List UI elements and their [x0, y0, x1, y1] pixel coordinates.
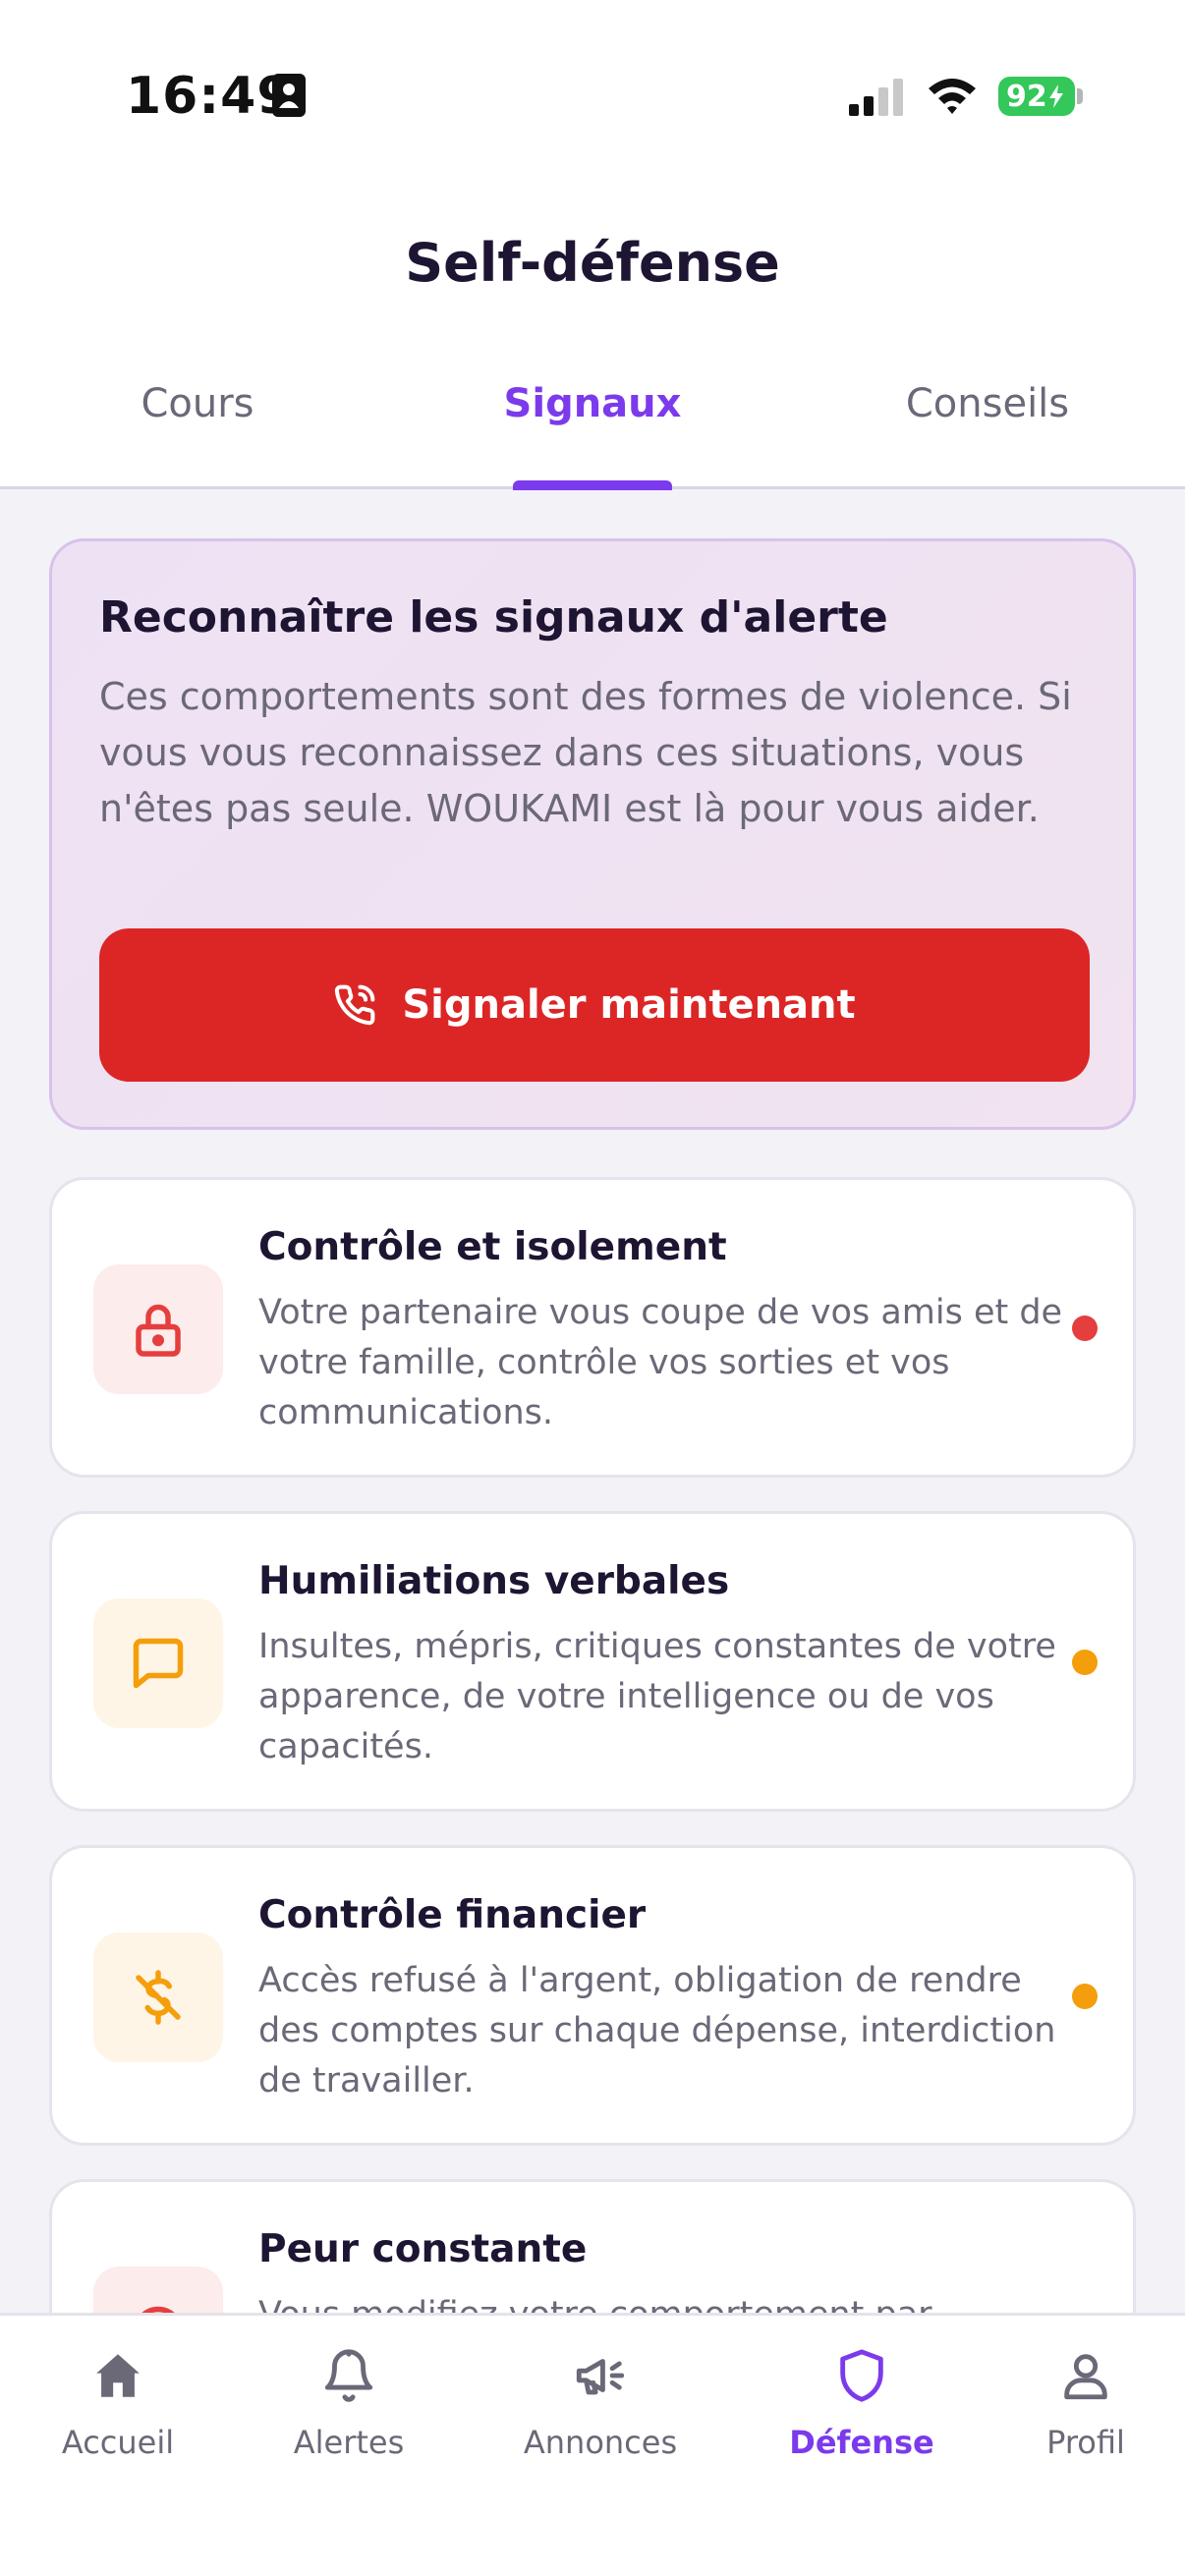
lock-icon — [136, 1304, 181, 1357]
alert-info-card: Reconnaître les signaux d'alerte Ces com… — [49, 538, 1136, 1130]
active-tab-indicator — [513, 480, 672, 490]
report-now-button[interactable]: Signaler maintenant — [99, 928, 1090, 1082]
header: Self-défense Cours Signaux Conseils — [0, 187, 1185, 490]
signal-card-controle-isolement[interactable]: Contrôle et isolement Votre partenaire v… — [49, 1177, 1136, 1478]
signal-description: Insultes, mépris, critiques constantes d… — [258, 1627, 1056, 1766]
signal-title: Contrôle et isolement — [258, 1225, 727, 1269]
wifi-icon — [929, 79, 976, 114]
report-now-label: Signaler maintenant — [402, 982, 856, 1028]
nav-item-annonces[interactable]: Annonces — [502, 2347, 699, 2461]
nav-item-profil[interactable]: Profil — [988, 2347, 1184, 2461]
dollar-off-icon — [136, 1970, 181, 2025]
tab-cours[interactable]: Cours — [0, 381, 395, 426]
app-screen: 16:49 92 Self-défense Cours Signaux Cons… — [0, 0, 1185, 2576]
tab-conseils[interactable]: Conseils — [790, 381, 1185, 426]
alert-card-title: Reconnaître les signaux d'alerte — [99, 592, 888, 643]
nav-item-defense[interactable]: Défense — [763, 2347, 960, 2461]
nav-label: Défense — [789, 2424, 934, 2461]
signal-card-controle-financier[interactable]: Contrôle financier Accès refusé à l'arge… — [49, 1845, 1136, 2146]
bottom-navigation: Accueil Alertes Annonces Défense Profil — [0, 2313, 1185, 2576]
battery-level: 92 — [1006, 79, 1047, 114]
battery-cap — [1077, 88, 1083, 104]
phone-call-icon — [335, 984, 375, 1026]
page-title: Self-défense — [405, 232, 780, 294]
message-square-icon — [133, 1638, 184, 1689]
severity-dot-medium — [1072, 1984, 1098, 2009]
signal-description: Accès refusé à l'argent, obligation de r… — [258, 1961, 1056, 2100]
alert-card-text: Ces comportements sont des formes de vio… — [99, 675, 1072, 830]
severity-dot-medium — [1072, 1650, 1098, 1675]
signal-icon-box — [93, 1598, 223, 1728]
tab-signaux[interactable]: Signaux — [395, 381, 790, 426]
signal-title: Peur constante — [258, 2227, 588, 2271]
status-bar: 16:49 92 — [0, 0, 1185, 187]
nav-label: Annonces — [523, 2424, 678, 2461]
battery-indicator: 92 — [998, 77, 1075, 116]
nav-item-accueil[interactable]: Accueil — [20, 2347, 216, 2461]
nav-label: Accueil — [61, 2424, 175, 2461]
status-time: 16:49 — [126, 67, 294, 126]
nav-label: Alertes — [293, 2424, 405, 2461]
bell-icon — [324, 2349, 373, 2402]
contact-card-icon — [272, 74, 306, 117]
user-icon — [1064, 2354, 1107, 2400]
home-icon — [96, 2354, 140, 2397]
signal-icon-box — [93, 1264, 223, 1394]
shield-icon — [840, 2349, 883, 2402]
severity-dot-high — [1072, 1316, 1098, 1341]
signal-title: Contrôle financier — [258, 1893, 647, 1937]
nav-label: Profil — [1046, 2424, 1125, 2461]
nav-item-alertes[interactable]: Alertes — [251, 2347, 447, 2461]
charging-bolt-icon — [1048, 84, 1063, 108]
signal-card-humiliations-verbales[interactable]: Humiliations verbales Insultes, mépris, … — [49, 1511, 1136, 1812]
megaphone-icon — [576, 2359, 625, 2395]
signal-title: Humiliations verbales — [258, 1559, 730, 1603]
cellular-signal-icon — [849, 79, 903, 116]
signal-icon-box — [93, 1932, 223, 2062]
signal-description: Votre partenaire vous coupe de vos amis … — [258, 1293, 1063, 1432]
